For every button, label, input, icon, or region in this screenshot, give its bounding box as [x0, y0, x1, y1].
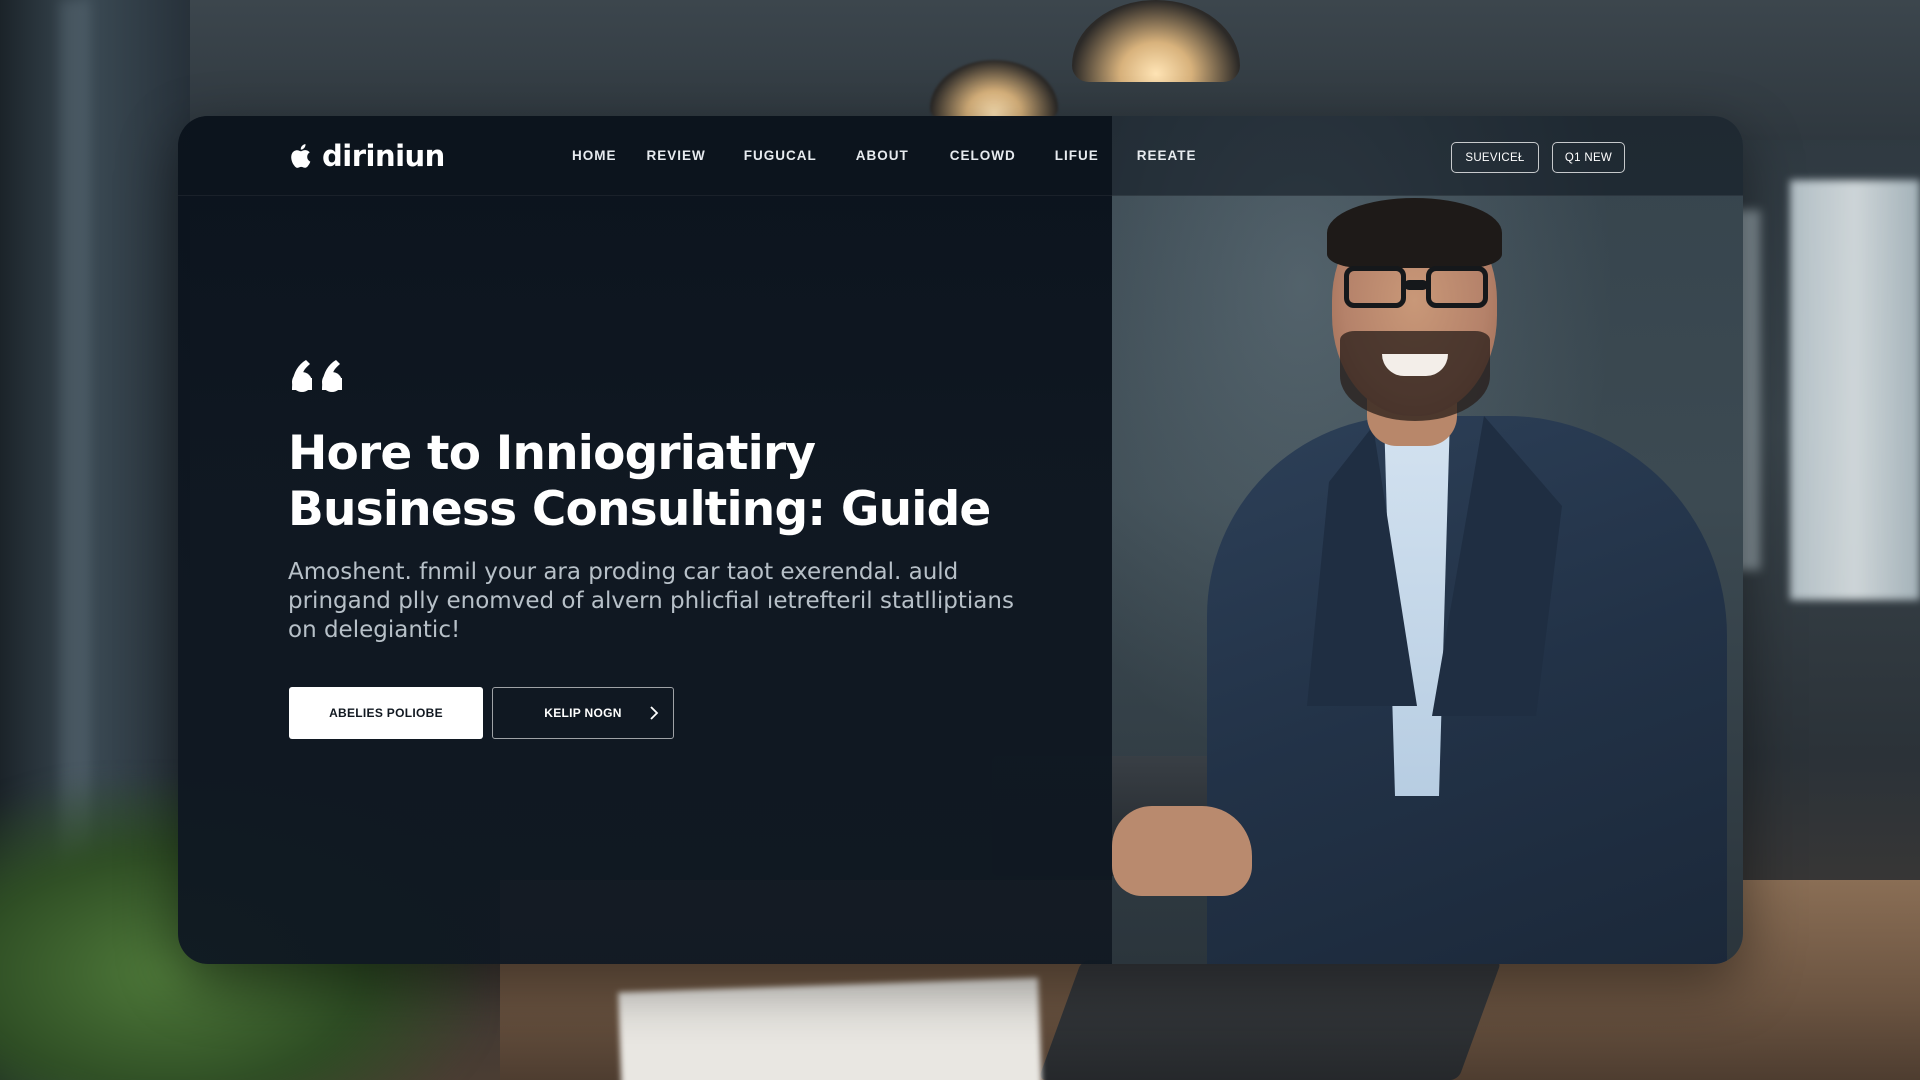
secondary-cta-button[interactable]: KELIP NOGN [492, 687, 674, 739]
quote-icon [292, 360, 342, 392]
primary-cta-button[interactable]: ABELIES POLIOBE [289, 687, 483, 739]
beard [1340, 331, 1490, 421]
content-panel [178, 116, 1112, 964]
apple-icon [291, 144, 311, 168]
new-button[interactable]: Q1 NEW [1552, 142, 1625, 173]
chevron-right-icon [650, 706, 659, 720]
secondary-cta-label: KELIP NOGN [544, 706, 622, 720]
nav-item-lifue[interactable]: LIFUE [1055, 144, 1099, 168]
nav-item-fugucal[interactable]: FUGUCAL [744, 144, 817, 168]
glasses [1344, 266, 1494, 310]
nav-item-home[interactable]: HOME [572, 144, 617, 168]
primary-cta-label: ABELIES POLIOBE [329, 706, 443, 720]
nav-item-about[interactable]: ABOUT [856, 144, 909, 168]
nav-item-review[interactable]: REVIEW [647, 144, 706, 168]
hair [1327, 198, 1502, 268]
hero-card: diriniun HOME REVIEW FUGUCAL ABOUT CELOW… [178, 116, 1743, 964]
paper-sheet [618, 977, 1042, 1080]
laptop-keyboard [1038, 960, 1502, 1080]
nav-item-reeate[interactable]: REEATE [1137, 144, 1197, 168]
consultant-portrait [992, 116, 1743, 964]
hands [1112, 806, 1252, 896]
window-right [1790, 180, 1920, 600]
main-nav: HOME REVIEW FUGUCAL ABOUT CELOWD LIFUE R… [572, 144, 1197, 168]
hero-description: Amoshent. fnmil your ara proding car tao… [288, 559, 1014, 643]
hero-title: Hore to Inniogriatiry Business Consultin… [288, 426, 991, 537]
brand-logo[interactable]: diriniun [288, 138, 445, 174]
nav-item-celowd[interactable]: CELOWD [950, 144, 1016, 168]
brand-name: diriniun [322, 139, 445, 173]
services-button[interactable]: SUEVICEŁ [1451, 142, 1539, 173]
